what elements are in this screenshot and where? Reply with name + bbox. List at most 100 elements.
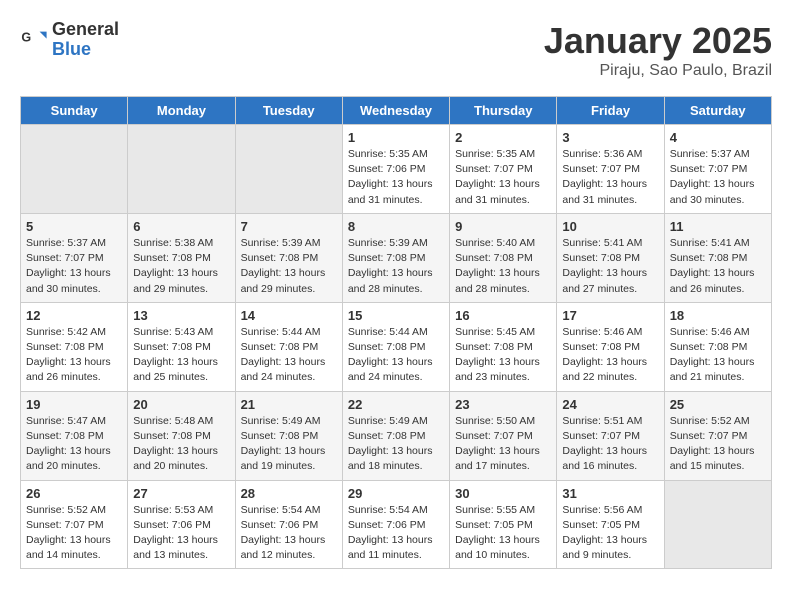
day-number: 19 [26, 397, 122, 412]
day-info: Sunrise: 5:38 AMSunset: 7:08 PMDaylight:… [133, 236, 229, 297]
day-number: 23 [455, 397, 551, 412]
calendar-table: SundayMondayTuesdayWednesdayThursdayFrid… [20, 96, 772, 569]
calendar-cell [664, 480, 771, 569]
day-info: Sunrise: 5:40 AMSunset: 7:08 PMDaylight:… [455, 236, 551, 297]
calendar-subtitle: Piraju, Sao Paulo, Brazil [544, 62, 772, 80]
calendar-cell: 12Sunrise: 5:42 AMSunset: 7:08 PMDayligh… [21, 302, 128, 391]
day-number: 10 [562, 219, 658, 234]
day-number: 3 [562, 130, 658, 145]
day-number: 5 [26, 219, 122, 234]
day-info: Sunrise: 5:45 AMSunset: 7:08 PMDaylight:… [455, 325, 551, 386]
calendar-cell: 26Sunrise: 5:52 AMSunset: 7:07 PMDayligh… [21, 480, 128, 569]
day-info: Sunrise: 5:35 AMSunset: 7:07 PMDaylight:… [455, 147, 551, 208]
day-number: 16 [455, 308, 551, 323]
day-info: Sunrise: 5:35 AMSunset: 7:06 PMDaylight:… [348, 147, 444, 208]
svg-text:G: G [21, 30, 31, 44]
calendar-cell: 15 Sunrise: 5:44 AMSunset: 7:08 PMDayligh… [342, 302, 449, 391]
day-info: Sunrise: 5:44 AMSunset: 7:08 PMDaylight:… [348, 325, 444, 386]
day-info: Sunrise: 5:37 AMSunset: 7:07 PMDaylight:… [670, 147, 766, 208]
calendar-cell: 4 Sunrise: 5:37 AMSunset: 7:07 PMDaylight… [664, 125, 771, 214]
logo-line1: General [52, 20, 119, 40]
page-header: G General Blue January 2025 Piraju, Sao … [20, 20, 772, 80]
day-number: 31 [562, 486, 658, 501]
day-info: Sunrise: 5:49 AMSunset: 7:08 PMDaylight:… [241, 414, 337, 475]
calendar-cell: 27Sunrise: 5:53 AMSunset: 7:06 PMDayligh… [128, 480, 235, 569]
calendar-cell: 7 Sunrise: 5:39 AMSunset: 7:08 PMDaylight… [235, 213, 342, 302]
calendar-cell: 17 Sunrise: 5:46 AMSunset: 7:08 PMDayligh… [557, 302, 664, 391]
calendar-cell [21, 125, 128, 214]
day-info: Sunrise: 5:49 AMSunset: 7:08 PMDaylight:… [348, 414, 444, 475]
calendar-cell: 22 Sunrise: 5:49 AMSunset: 7:08 PMDayligh… [342, 391, 449, 480]
calendar-week-row: 26Sunrise: 5:52 AMSunset: 7:07 PMDayligh… [21, 480, 772, 569]
calendar-cell: 2 Sunrise: 5:35 AMSunset: 7:07 PMDaylight… [450, 125, 557, 214]
weekday-header: Thursday [450, 97, 557, 125]
day-info: Sunrise: 5:50 AMSunset: 7:07 PMDaylight:… [455, 414, 551, 475]
calendar-cell: 21 Sunrise: 5:49 AMSunset: 7:08 PMDayligh… [235, 391, 342, 480]
calendar-cell: 11Sunrise: 5:41 AMSunset: 7:08 PMDayligh… [664, 213, 771, 302]
weekday-header: Saturday [664, 97, 771, 125]
day-info: Sunrise: 5:55 AMSunset: 7:05 PMDaylight:… [455, 503, 551, 564]
calendar-cell: 23 Sunrise: 5:50 AMSunset: 7:07 PMDayligh… [450, 391, 557, 480]
day-number: 6 [133, 219, 229, 234]
calendar-cell: 14 Sunrise: 5:44 AMSunset: 7:08 PMDayligh… [235, 302, 342, 391]
day-number: 24 [562, 397, 658, 412]
day-info: Sunrise: 5:51 AMSunset: 7:07 PMDaylight:… [562, 414, 658, 475]
day-info: Sunrise: 5:39 AMSunset: 7:08 PMDaylight:… [241, 236, 337, 297]
day-number: 4 [670, 130, 766, 145]
day-number: 20 [133, 397, 229, 412]
calendar-cell: 25 Sunrise: 5:52 AMSunset: 7:07 PMDayligh… [664, 391, 771, 480]
calendar-cell: 16 Sunrise: 5:45 AMSunset: 7:08 PMDayligh… [450, 302, 557, 391]
calendar-cell: 5Sunrise: 5:37 AMSunset: 7:07 PMDaylight… [21, 213, 128, 302]
day-info: Sunrise: 5:43 AMSunset: 7:08 PMDaylight:… [133, 325, 229, 386]
calendar-cell: 8Sunrise: 5:39 AMSunset: 7:08 PMDaylight… [342, 213, 449, 302]
calendar-cell: 29Sunrise: 5:54 AMSunset: 7:06 PMDayligh… [342, 480, 449, 569]
day-number: 30 [455, 486, 551, 501]
weekday-header: Tuesday [235, 97, 342, 125]
day-number: 14 [241, 308, 337, 323]
day-number: 15 [348, 308, 444, 323]
calendar-cell: 3 Sunrise: 5:36 AMSunset: 7:07 PMDaylight… [557, 125, 664, 214]
day-number: 2 [455, 130, 551, 145]
calendar-cell: 9 Sunrise: 5:40 AMSunset: 7:08 PMDaylight… [450, 213, 557, 302]
day-number: 17 [562, 308, 658, 323]
day-number: 8 [348, 219, 444, 234]
weekday-header: Friday [557, 97, 664, 125]
day-number: 22 [348, 397, 444, 412]
calendar-week-row: 12Sunrise: 5:42 AMSunset: 7:08 PMDayligh… [21, 302, 772, 391]
day-info: Sunrise: 5:54 AMSunset: 7:06 PMDaylight:… [241, 503, 337, 564]
day-number: 25 [670, 397, 766, 412]
calendar-cell: 20Sunrise: 5:48 AMSunset: 7:08 PMDayligh… [128, 391, 235, 480]
calendar-week-row: 5Sunrise: 5:37 AMSunset: 7:07 PMDaylight… [21, 213, 772, 302]
day-number: 12 [26, 308, 122, 323]
day-number: 26 [26, 486, 122, 501]
day-number: 21 [241, 397, 337, 412]
weekday-header: Monday [128, 97, 235, 125]
calendar-header: SundayMondayTuesdayWednesdayThursdayFrid… [21, 97, 772, 125]
calendar-week-row: 1Sunrise: 5:35 AMSunset: 7:06 PMDaylight… [21, 125, 772, 214]
day-info: Sunrise: 5:41 AMSunset: 7:08 PMDaylight:… [670, 236, 766, 297]
logo-icon: G [20, 26, 48, 54]
day-info: Sunrise: 5:36 AMSunset: 7:07 PMDaylight:… [562, 147, 658, 208]
day-number: 27 [133, 486, 229, 501]
header-row: SundayMondayTuesdayWednesdayThursdayFrid… [21, 97, 772, 125]
day-info: Sunrise: 5:56 AMSunset: 7:05 PMDaylight:… [562, 503, 658, 564]
calendar-cell: 24 Sunrise: 5:51 AMSunset: 7:07 PMDayligh… [557, 391, 664, 480]
day-info: Sunrise: 5:47 AMSunset: 7:08 PMDaylight:… [26, 414, 122, 475]
logo: G General Blue [20, 20, 119, 60]
day-info: Sunrise: 5:52 AMSunset: 7:07 PMDaylight:… [670, 414, 766, 475]
calendar-cell: 18Sunrise: 5:46 AMSunset: 7:08 PMDayligh… [664, 302, 771, 391]
calendar-cell: 6 Sunrise: 5:38 AMSunset: 7:08 PMDaylight… [128, 213, 235, 302]
day-number: 18 [670, 308, 766, 323]
day-number: 13 [133, 308, 229, 323]
day-number: 7 [241, 219, 337, 234]
day-number: 28 [241, 486, 337, 501]
day-number: 9 [455, 219, 551, 234]
day-info: Sunrise: 5:41 AMSunset: 7:08 PMDaylight:… [562, 236, 658, 297]
calendar-week-row: 19 Sunrise: 5:47 AMSunset: 7:08 PMDayligh… [21, 391, 772, 480]
logo-line2: Blue [52, 40, 119, 60]
calendar-cell: 10 Sunrise: 5:41 AMSunset: 7:08 PMDayligh… [557, 213, 664, 302]
day-info: Sunrise: 5:46 AMSunset: 7:08 PMDaylight:… [562, 325, 658, 386]
day-number: 29 [348, 486, 444, 501]
day-info: Sunrise: 5:44 AMSunset: 7:08 PMDaylight:… [241, 325, 337, 386]
weekday-header: Sunday [21, 97, 128, 125]
